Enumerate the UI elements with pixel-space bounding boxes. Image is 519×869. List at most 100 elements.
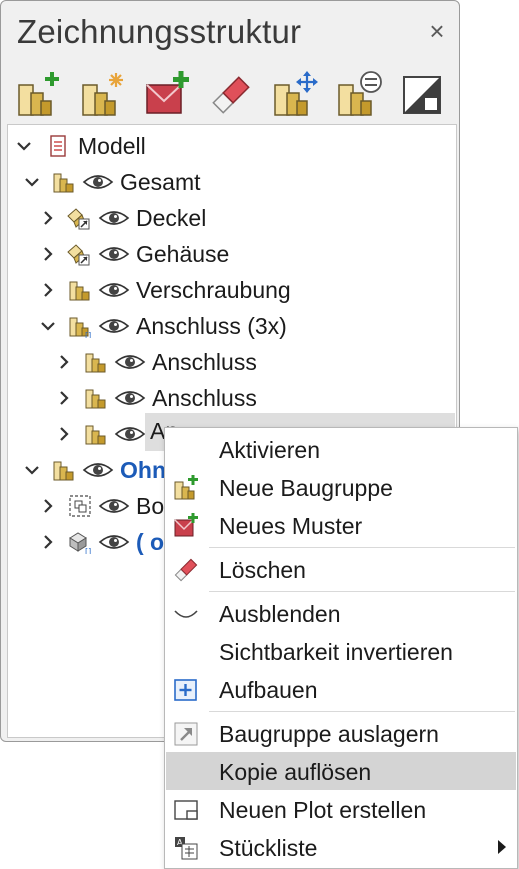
erase-button[interactable] <box>207 71 255 119</box>
tree-row-verschraubung[interactable]: Verschraubung <box>8 272 456 308</box>
move-assembly-button[interactable] <box>271 71 319 119</box>
eye-icon[interactable] <box>98 533 130 551</box>
assembly-settings-icon <box>338 71 382 116</box>
tree-label: Modell <box>78 133 146 159</box>
chevron-right-icon[interactable] <box>39 281 57 299</box>
close-button[interactable]: × <box>421 15 453 47</box>
tree-label: Anschluss <box>152 385 257 411</box>
eraser-icon <box>174 558 198 582</box>
plot-frame-icon <box>174 800 198 820</box>
tree-label: Deckel <box>136 205 207 231</box>
menu-item-label: Neues Muster <box>219 513 363 539</box>
part-link-icon <box>67 244 90 266</box>
menu-item-stueckliste[interactable]: A Stückliste <box>166 828 516 866</box>
menu-item-neue-baugruppe[interactable]: Neue Baugruppe <box>166 468 516 506</box>
menu-item-aufbauen[interactable]: Aufbauen <box>166 670 516 708</box>
new-pattern-icon <box>146 71 189 114</box>
menu-item-label: Kopie auflösen <box>219 759 372 785</box>
menu-separator <box>209 711 515 712</box>
new-pattern-button[interactable] <box>143 71 191 119</box>
plot-frame-icon <box>403 76 441 114</box>
plot-frame-button[interactable] <box>399 71 447 119</box>
eye-icon[interactable] <box>114 425 146 443</box>
document-icon <box>50 135 66 157</box>
assembly-pattern-icon: [] <box>69 317 91 338</box>
menu-item-neues-muster[interactable]: Neues Muster <box>166 506 516 544</box>
assembly-icon <box>85 425 106 445</box>
panel-title: Zeichnungsstruktur <box>17 13 302 50</box>
context-menu: Aktivieren Neue Baugruppe Neues Muster L… <box>164 427 518 869</box>
menu-item-neuen-plot-erstellen[interactable]: Neuen Plot erstellen <box>166 790 516 828</box>
chevron-right-icon[interactable] <box>55 425 73 443</box>
menu-item-label: Stückliste <box>219 835 318 861</box>
chevron-down-icon[interactable] <box>23 461 41 479</box>
chevron-right-icon[interactable] <box>39 533 57 551</box>
tree-label: Gesamt <box>120 169 201 195</box>
new-assembly-star-button[interactable] <box>79 71 127 119</box>
eye-icon[interactable] <box>98 281 130 299</box>
assembly-icon <box>85 353 106 373</box>
chevron-right-icon[interactable] <box>39 209 57 227</box>
eye-icon[interactable] <box>82 173 114 191</box>
move-assembly-icon <box>274 71 318 116</box>
assembly-icon <box>53 461 74 481</box>
chevron-right-icon[interactable] <box>55 353 73 371</box>
menu-item-label: Aktivieren <box>219 437 320 463</box>
new-assembly-button[interactable] <box>15 71 63 119</box>
eye-icon[interactable] <box>98 209 130 227</box>
part-link-icon <box>67 208 90 230</box>
eye-icon[interactable] <box>82 461 114 479</box>
chevron-right-icon[interactable] <box>39 245 57 263</box>
hide-icon <box>174 610 198 618</box>
tree-row-anschluss-2[interactable]: Anschluss <box>8 380 456 416</box>
tree-row-deckel[interactable]: Deckel <box>8 200 456 236</box>
tree-row-anschluss-pattern[interactable]: [] Anschluss (3x) <box>8 308 456 344</box>
assembly-settings-button[interactable] <box>335 71 383 119</box>
menu-item-label: Aufbauen <box>219 677 318 703</box>
menu-separator <box>209 591 515 592</box>
group-frame-icon <box>69 495 91 517</box>
menu-item-ausblenden[interactable]: Ausblenden <box>166 594 516 632</box>
eye-icon[interactable] <box>114 353 146 371</box>
menu-item-label: Baugruppe auslagern <box>219 721 439 747</box>
tree-label: ( o <box>136 529 165 555</box>
tree-label: Gehäuse <box>136 241 230 267</box>
new-assembly-star-icon <box>82 73 123 116</box>
new-pattern-icon <box>174 513 198 537</box>
chevron-down-icon[interactable] <box>39 317 57 335</box>
tree-label: Ohn <box>120 457 166 483</box>
chevron-down-icon[interactable] <box>15 137 33 155</box>
tree-row-anschluss-1[interactable]: Anschluss <box>8 344 456 380</box>
chevron-right-icon[interactable] <box>55 389 73 407</box>
assembly-icon <box>69 281 90 301</box>
assembly-icon <box>53 173 74 193</box>
new-assembly-icon <box>174 475 198 500</box>
svg-text:[]: [] <box>85 547 91 554</box>
tree-row-gehaeuse[interactable]: Gehäuse <box>8 236 456 272</box>
tree-row-gesamt[interactable]: Gesamt <box>8 164 456 200</box>
new-assembly-icon <box>18 72 59 116</box>
chevron-right-icon[interactable] <box>39 497 57 515</box>
build-plus-icon <box>174 679 197 701</box>
menu-item-label: Ausblenden <box>219 601 341 627</box>
eraser-icon <box>212 76 250 114</box>
eye-icon[interactable] <box>98 245 130 263</box>
menu-item-baugruppe-auslagern[interactable]: Baugruppe auslagern <box>166 714 516 752</box>
eye-icon[interactable] <box>98 317 130 335</box>
menu-item-aktivieren[interactable]: Aktivieren <box>166 430 516 468</box>
menu-item-kopie-aufloesen[interactable]: Kopie auflösen <box>166 752 516 790</box>
tree-label: Verschraubung <box>136 277 291 303</box>
tree-row-modell[interactable]: Modell <box>8 128 456 164</box>
export-assembly-icon <box>174 722 198 746</box>
svg-text:[]: [] <box>85 331 91 338</box>
tree-label: Bo <box>136 493 165 519</box>
chevron-down-icon[interactable] <box>23 173 41 191</box>
menu-item-loeschen[interactable]: Löschen <box>166 550 516 588</box>
menu-item-sichtbarkeit-invertieren[interactable]: Sichtbarkeit invertieren <box>166 632 516 670</box>
gray-part-pattern-icon: [] <box>69 532 91 554</box>
menu-item-label: Neue Baugruppe <box>219 475 393 501</box>
eye-icon[interactable] <box>98 497 130 515</box>
parts-list-icon: A <box>175 837 198 860</box>
eye-icon[interactable] <box>114 389 146 407</box>
tree-label: Anschluss (3x) <box>136 313 287 339</box>
